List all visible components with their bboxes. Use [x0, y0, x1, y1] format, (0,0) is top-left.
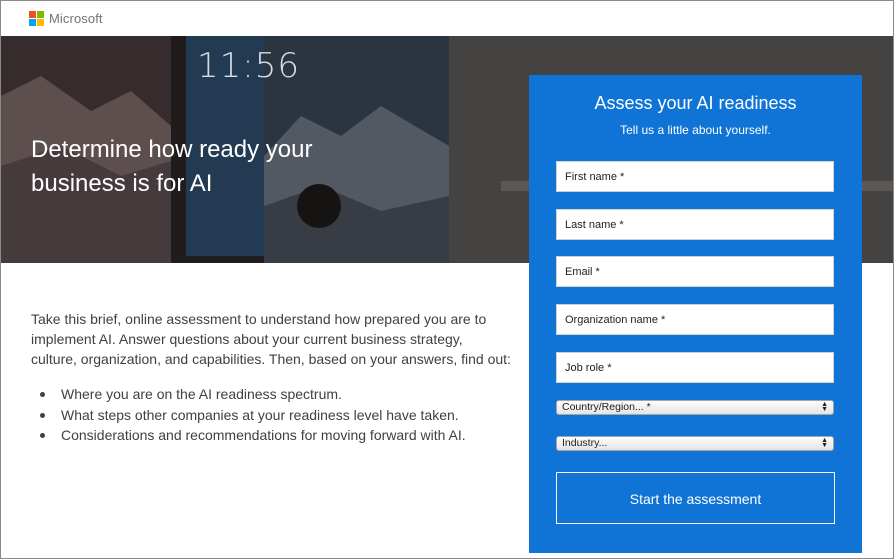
form-title: Assess your AI readiness — [594, 93, 797, 113]
select-arrows-icon: ▲ ▼ — [821, 437, 828, 449]
form-subtitle: Tell us a little about yourself. — [620, 123, 771, 137]
organization-name-input[interactable] — [556, 304, 834, 335]
screen-clock: 11:56 — [197, 46, 300, 86]
select-arrows-icon: ▲ ▼ — [821, 401, 828, 413]
benefit-list: Where you are on the AI readiness spectr… — [31, 384, 511, 446]
site-header: Microsoft — [1, 1, 893, 36]
list-item: Where you are on the AI readiness spectr… — [31, 384, 511, 405]
job-role-input[interactable] — [556, 352, 834, 383]
country-region-select-label: Country/Region... * — [562, 401, 651, 413]
assessment-form-panel: Assess your AI readiness Tell us a littl… — [529, 75, 862, 553]
industry-select[interactable]: Industry... ▲ ▼ — [556, 436, 834, 451]
industry-select-label: Industry... — [562, 437, 608, 449]
last-name-input[interactable] — [556, 209, 834, 240]
intro-paragraph: Take this brief, online assessment to un… — [31, 311, 511, 367]
microsoft-logo[interactable]: Microsoft — [29, 11, 103, 26]
microsoft-logo-icon — [29, 11, 44, 26]
email-input[interactable] — [556, 256, 834, 287]
hero-title: Determine how ready your business is for… — [31, 136, 313, 197]
first-name-input[interactable] — [556, 161, 834, 192]
brand-name: Microsoft — [49, 11, 103, 26]
list-item: What steps other companies at your readi… — [31, 405, 511, 426]
country-region-select[interactable]: Country/Region... * ▲ ▼ — [556, 400, 834, 415]
page-frame: Microsoft 11:56 Determine how ready your… — [0, 0, 894, 559]
start-assessment-button[interactable]: Start the assessment — [556, 472, 835, 524]
list-item: Considerations and recommendations for m… — [31, 425, 511, 446]
